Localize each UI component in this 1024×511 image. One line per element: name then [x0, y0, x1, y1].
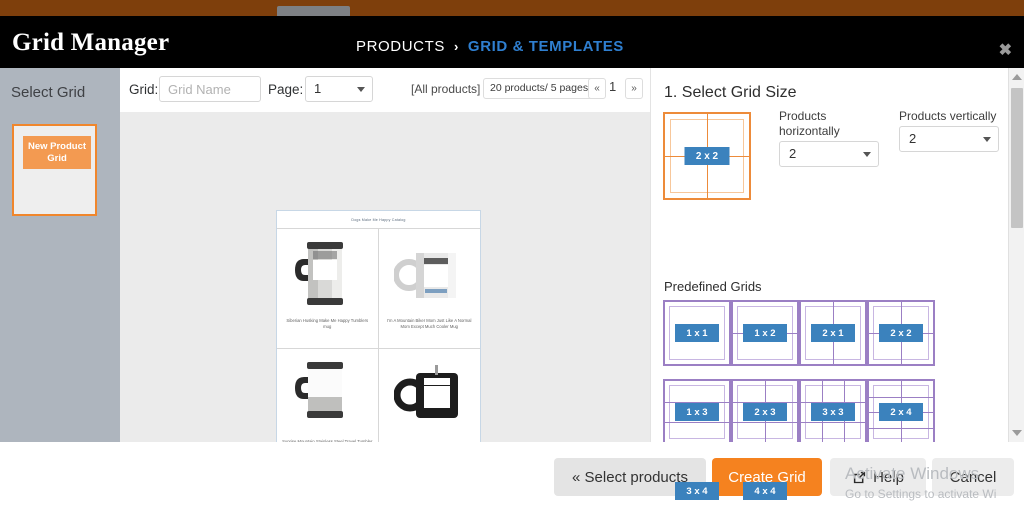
- products-vertically-select[interactable]: 2: [899, 126, 999, 152]
- catalog-preview-area: Dogs Make Me Happy Catalog Siberian Husk…: [120, 112, 650, 487]
- predefined-grid-tile[interactable]: 1 x 2: [731, 300, 799, 366]
- breadcrumb-grid-templates[interactable]: GRID & TEMPLATES: [468, 38, 624, 55]
- chevron-down-icon: [983, 137, 991, 142]
- page-select[interactable]: 1: [305, 76, 373, 102]
- predefined-grid-label: 3 x 3: [811, 403, 855, 421]
- grid-line-horizontal: [801, 422, 865, 424]
- scroll-up-arrow-icon[interactable]: [1012, 74, 1022, 80]
- product-image-white-mug: [394, 253, 457, 298]
- pagination-next-button[interactable]: »: [625, 78, 643, 99]
- predefined-grid-label: 2 x 3: [743, 403, 787, 421]
- predefined-grid-tile-frame: 2 x 2: [867, 300, 935, 366]
- scrollbar-thumb[interactable]: [1011, 88, 1023, 228]
- help-button[interactable]: Help: [830, 458, 926, 496]
- predefined-grid-tile[interactable]: 1 x 1: [663, 300, 731, 366]
- scroll-down-arrow-icon[interactable]: [1012, 430, 1022, 436]
- grid-size-badge: 2 x 2: [684, 147, 730, 165]
- all-products-link[interactable]: [All products]: [411, 82, 480, 96]
- grid-line-horizontal: [869, 427, 933, 429]
- predefined-grid-tile-frame: 2 x 3: [731, 379, 799, 445]
- predefined-grid-label: 1 x 3: [675, 403, 719, 421]
- grid-line-horizontal: [665, 422, 729, 424]
- pagination-current-page: 1: [609, 79, 617, 94]
- predefined-grid-label: 1 x 2: [743, 324, 787, 342]
- products-vertically-value: 2: [909, 131, 917, 146]
- predefined-grids-heading: Predefined Grids: [664, 279, 762, 294]
- page-select-value: 1: [314, 81, 322, 96]
- modal-footer: « Select products Create Grid Help Cance…: [0, 442, 1024, 511]
- catalog-cell[interactable]: I'm A Mountain Biker Mom Just Like A Nor…: [378, 229, 480, 349]
- catalog-cell[interactable]: Siberian Husking Make Me Happy Tumblers …: [277, 229, 379, 349]
- cancel-button[interactable]: Cancel: [932, 458, 1014, 496]
- predefined-grid-label: 2 x 4: [879, 403, 923, 421]
- predefined-grid-tile[interactable]: 2 x 4: [867, 379, 935, 445]
- center-pane: Grid: Page: 1 [All products] 20 products…: [120, 68, 650, 487]
- products-vertically-label: Products vertically: [899, 109, 997, 123]
- predefined-grid-tile[interactable]: 2 x 1: [799, 300, 867, 366]
- breadcrumb: PRODUCTS › GRID & TEMPLATES: [356, 38, 624, 55]
- products-horizontally-label: Products horizontally: [779, 109, 840, 138]
- products-horizontally-value: 2: [789, 146, 797, 161]
- sidebar-item-label: New Product Grid: [23, 136, 91, 169]
- predefined-grid-tile-frame: 1 x 1: [663, 300, 731, 366]
- products-horizontally-select[interactable]: 2: [779, 141, 879, 167]
- products-count-badge: 20 products/ 5 pages: [483, 78, 596, 99]
- grid-name-input[interactable]: [159, 76, 261, 102]
- grid-toolbar: Grid: Page: 1 [All products] 20 products…: [120, 68, 650, 112]
- sidebar-title: Select Grid: [11, 84, 86, 101]
- predefined-grid-label: 3 x 4: [675, 482, 719, 500]
- catalog-title: Dogs Make Me Happy Catalog: [277, 211, 480, 229]
- browser-top-strip: [0, 0, 1024, 16]
- browser-tab[interactable]: [277, 6, 350, 16]
- product-image-black-mug: [394, 365, 459, 418]
- predefined-grid-tile-frame: 1 x 3: [663, 379, 731, 445]
- predefined-grid-tile[interactable]: 2 x 2: [867, 300, 935, 366]
- grid-name-label: Grid:: [129, 82, 159, 97]
- breadcrumb-products[interactable]: PRODUCTS: [356, 38, 445, 55]
- predefined-grid-label: 4 x 4: [743, 482, 787, 500]
- select-grid-size-heading: 1. Select Grid Size: [664, 84, 797, 101]
- external-link-icon: [853, 471, 866, 483]
- predefined-grid-label: 1 x 1: [675, 324, 719, 342]
- settings-scrollbar[interactable]: [1008, 68, 1024, 442]
- product-image-tumbler: [295, 362, 344, 418]
- page-title: Grid Manager: [12, 29, 170, 56]
- predefined-grid-label: 2 x 1: [811, 324, 855, 342]
- predefined-grid-tile[interactable]: 2 x 3: [731, 379, 799, 445]
- grid-line-horizontal: [733, 422, 797, 424]
- predefined-grid-tile-frame: 2 x 4: [867, 379, 935, 445]
- grid-size-preview: 2 x 2: [663, 112, 751, 200]
- grid-line-horizontal: [869, 396, 933, 398]
- predefined-grid-tile-frame: 1 x 2: [731, 300, 799, 366]
- product-name: I'm A Mountain Biker Mom Just Like A Nor…: [387, 318, 472, 329]
- pagination-prev-button[interactable]: «: [588, 78, 606, 99]
- sidebar: Select Grid New Product Grid: [0, 68, 120, 442]
- close-icon[interactable]: ✖: [999, 43, 1012, 59]
- product-image-travel-mug: [295, 242, 344, 305]
- grid-manager-window: Grid Manager PRODUCTS › GRID & TEMPLATES…: [0, 0, 1024, 511]
- help-button-label: Help: [873, 468, 904, 486]
- chevron-down-icon: [863, 152, 871, 157]
- chevron-right-icon: ›: [453, 39, 459, 54]
- predefined-grid-tile-frame: 3 x 3: [799, 379, 867, 445]
- page-label: Page:: [268, 82, 304, 97]
- sidebar-item-new-product-grid[interactable]: New Product Grid: [12, 124, 97, 216]
- product-name: Siberian Husking Make Me Happy Tumblers …: [286, 318, 369, 329]
- predefined-grid-tile-frame: 2 x 1: [799, 300, 867, 366]
- predefined-grid-tile[interactable]: 3 x 3: [799, 379, 867, 445]
- predefined-grid-tile[interactable]: 1 x 3: [663, 379, 731, 445]
- chevron-down-icon: [357, 87, 365, 92]
- catalog-product-grid: Siberian Husking Make Me Happy Tumblers …: [277, 229, 480, 469]
- modal-body: Select Grid New Product Grid Grid: Page:…: [0, 68, 1024, 511]
- predefined-grid-label: 2 x 2: [879, 324, 923, 342]
- grid-settings-panel: 1. Select Grid Size 2 x 2 Products horiz…: [650, 68, 1024, 511]
- modal-header: Grid Manager PRODUCTS › GRID & TEMPLATES…: [0, 16, 1024, 68]
